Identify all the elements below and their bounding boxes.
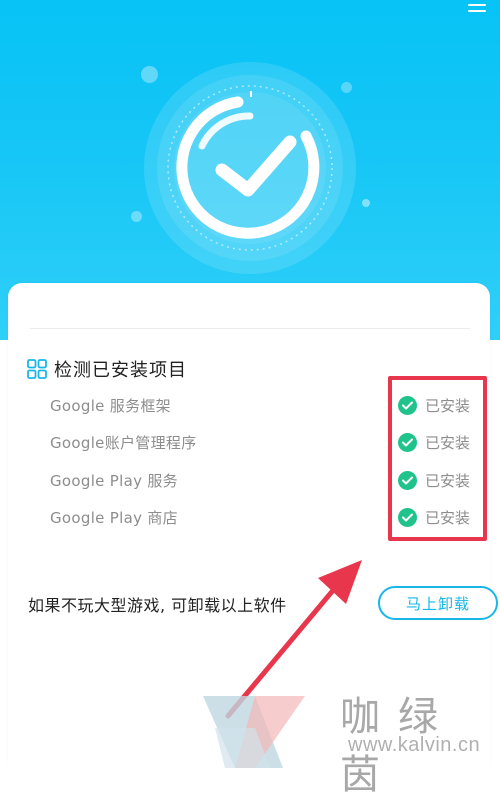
clock-check-icon <box>144 62 356 274</box>
watermark-url: www.kalvin.cn <box>348 734 481 756</box>
uninstall-button[interactable]: 马上卸载 <box>378 586 498 620</box>
uninstall-hint: 如果不玩大型游戏, 可卸载以上软件 <box>28 596 287 615</box>
grid-icon <box>27 359 47 379</box>
decor-dot <box>362 199 370 207</box>
divider <box>30 328 470 329</box>
item-name: Google 服务框架 <box>50 396 171 415</box>
menu-icon[interactable] <box>468 4 486 18</box>
item-name: Google账户管理程序 <box>50 433 197 452</box>
section-header: 检测已安装项目 <box>26 356 187 382</box>
uninstall-row: 如果不玩大型游戏, 可卸载以上软件 马上卸载 <box>28 586 498 620</box>
section-title: 检测已安装项目 <box>54 360 187 381</box>
watermark-logo <box>203 696 305 768</box>
item-name: Google Play 服务 <box>50 471 178 490</box>
item-name: Google Play 商店 <box>50 508 178 527</box>
highlight-box <box>388 376 487 541</box>
